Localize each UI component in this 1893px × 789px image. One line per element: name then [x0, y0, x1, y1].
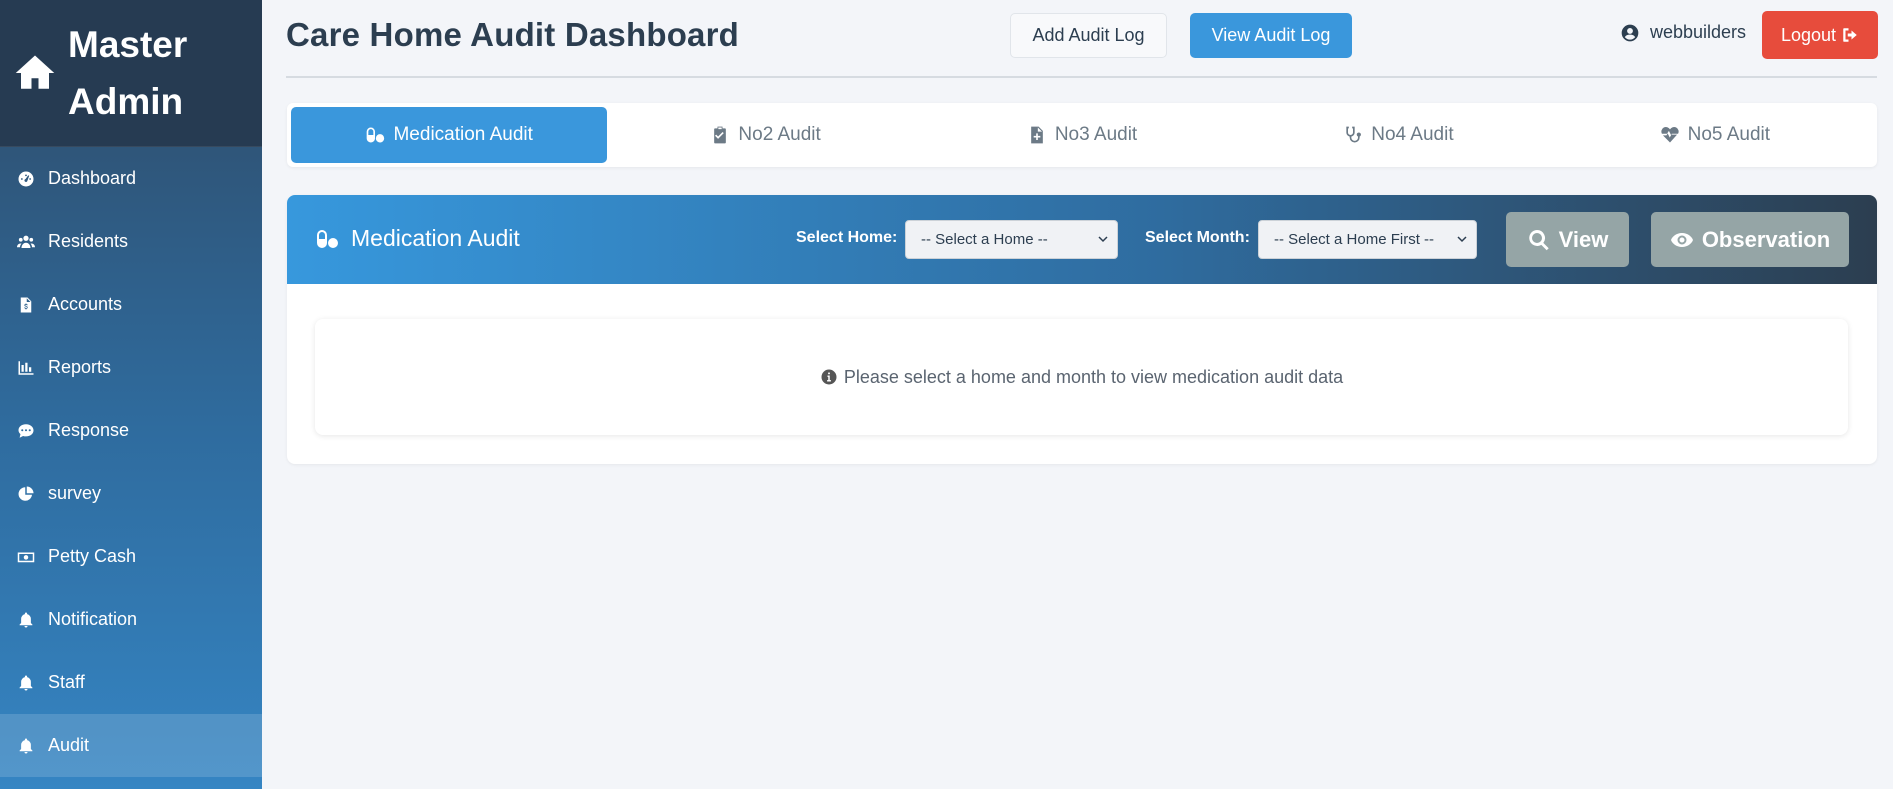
sidebar-item-response[interactable]: Response: [0, 399, 262, 462]
pie-chart-icon: [16, 484, 36, 504]
sidebar-item-residents[interactable]: Residents: [0, 210, 262, 273]
sidebar-item-petty-cash[interactable]: Petty Cash: [0, 525, 262, 588]
sidebar-item-audit[interactable]: Audit: [0, 714, 262, 777]
sidebar-item-accounts[interactable]: Accounts: [0, 273, 262, 336]
home-icon: [15, 55, 55, 89]
sidebar-item-dashboard[interactable]: Dashboard: [0, 147, 262, 210]
empty-state-message: Please select a home and month to view m…: [315, 319, 1848, 435]
audit-tabs: Medication Audit No2 Audit No3 Audit No4…: [287, 103, 1877, 167]
logout-button[interactable]: Logout: [1762, 11, 1878, 59]
brand-title: Master Admin: [68, 24, 188, 122]
tab-no4-audit[interactable]: No4 Audit: [1240, 107, 1556, 163]
stethoscope-icon: [1346, 126, 1362, 143]
panel-header: Medication Audit Select Home: -- Select …: [287, 195, 1877, 284]
sidebar-item-label: Reports: [48, 357, 112, 377]
observation-button-label: Observation: [1701, 226, 1831, 252]
sidebar-item-label: Residents: [48, 231, 129, 251]
select-home-label: Select Home:: [796, 229, 898, 246]
pills-icon: [367, 127, 385, 143]
sign-out-icon: [1843, 28, 1857, 42]
bell-icon: [16, 673, 36, 693]
view-button-label: View: [1558, 226, 1609, 252]
sidebar-item-label: Audit: [48, 735, 90, 755]
user-circle-icon: [1621, 24, 1639, 41]
select-home-value: -- Select a Home --: [921, 231, 1048, 248]
sidebar-item-label: Accounts: [48, 294, 123, 314]
tab-no5-audit[interactable]: No5 Audit: [1557, 107, 1873, 163]
chevron-down-icon: [1457, 236, 1467, 243]
users-icon: [16, 232, 36, 252]
eye-icon: [1670, 232, 1693, 247]
select-month-label: Select Month:: [1145, 229, 1250, 246]
tab-label: No5 Audit: [1687, 124, 1771, 145]
invoice-icon: [16, 295, 36, 315]
medication-audit-panel: Medication Audit Select Home: -- Select …: [287, 195, 1877, 464]
tab-label: No4 Audit: [1371, 124, 1454, 145]
add-audit-log-button[interactable]: Add Audit Log: [1010, 13, 1167, 58]
sidebar-item-reports[interactable]: Reports: [0, 336, 262, 399]
username: webbuilders: [1650, 22, 1747, 42]
chevron-down-icon: [1098, 236, 1108, 243]
clipboard-check-icon: [714, 126, 727, 144]
bell-icon: [16, 610, 36, 630]
sidebar-item-survey[interactable]: survey: [0, 462, 262, 525]
heartbeat-icon: [1660, 126, 1679, 143]
tab-label: Medication Audit: [393, 124, 533, 145]
tachometer-icon: [16, 169, 36, 189]
sidebar-item-staff[interactable]: Staff: [0, 651, 262, 714]
sidebar-nav: Dashboard Residents Accounts Reports Res…: [0, 147, 262, 777]
view-audit-log-button[interactable]: View Audit Log: [1190, 13, 1352, 58]
tab-label: No2 Audit: [738, 124, 821, 145]
top-header: Care Home Audit Dashboard Add Audit Log …: [286, 0, 1878, 78]
sidebar-item-label: Notification: [48, 609, 138, 629]
tab-medication-audit[interactable]: Medication Audit: [291, 107, 608, 163]
sidebar-item-notification[interactable]: Notification: [0, 588, 262, 651]
sidebar-item-label: survey: [48, 483, 102, 503]
sidebar-item-label: Petty Cash: [48, 546, 137, 566]
tab-no2-audit[interactable]: No2 Audit: [607, 107, 923, 163]
tab-label: No3 Audit: [1054, 124, 1138, 145]
tab-no3-audit[interactable]: No3 Audit: [924, 107, 1240, 163]
sidebar-item-label: Response: [48, 420, 130, 440]
select-month-value: -- Select a Home First --: [1274, 231, 1435, 248]
user-menu[interactable]: webbuilders: [1620, 22, 1746, 43]
comments-icon: [16, 421, 36, 441]
panel-title-text: Medication Audit: [351, 225, 520, 251]
money-icon: [16, 547, 36, 567]
select-month-dropdown[interactable]: -- Select a Home First --: [1258, 220, 1477, 259]
bar-chart-icon: [16, 358, 36, 378]
select-home-dropdown[interactable]: -- Select a Home --: [905, 220, 1118, 259]
file-medical-icon: [1030, 126, 1043, 144]
search-icon: [1528, 229, 1549, 250]
sidebar: Master Admin Dashboard Residents Account…: [0, 0, 262, 789]
panel-title: Medication Audit: [313, 225, 520, 252]
bell-icon: [16, 736, 36, 756]
empty-state-text: Please select a home and month to view m…: [843, 366, 1344, 387]
pills-icon: [317, 229, 338, 248]
view-button[interactable]: View: [1506, 212, 1629, 267]
page-title: Care Home Audit Dashboard: [286, 16, 740, 53]
observation-button[interactable]: Observation: [1651, 212, 1849, 267]
brand[interactable]: Master Admin: [0, 0, 262, 147]
sidebar-item-label: Staff: [48, 672, 85, 692]
info-circle-icon: [821, 369, 837, 385]
logout-label: Logout: [1780, 24, 1837, 45]
sidebar-item-label: Dashboard: [48, 168, 137, 188]
